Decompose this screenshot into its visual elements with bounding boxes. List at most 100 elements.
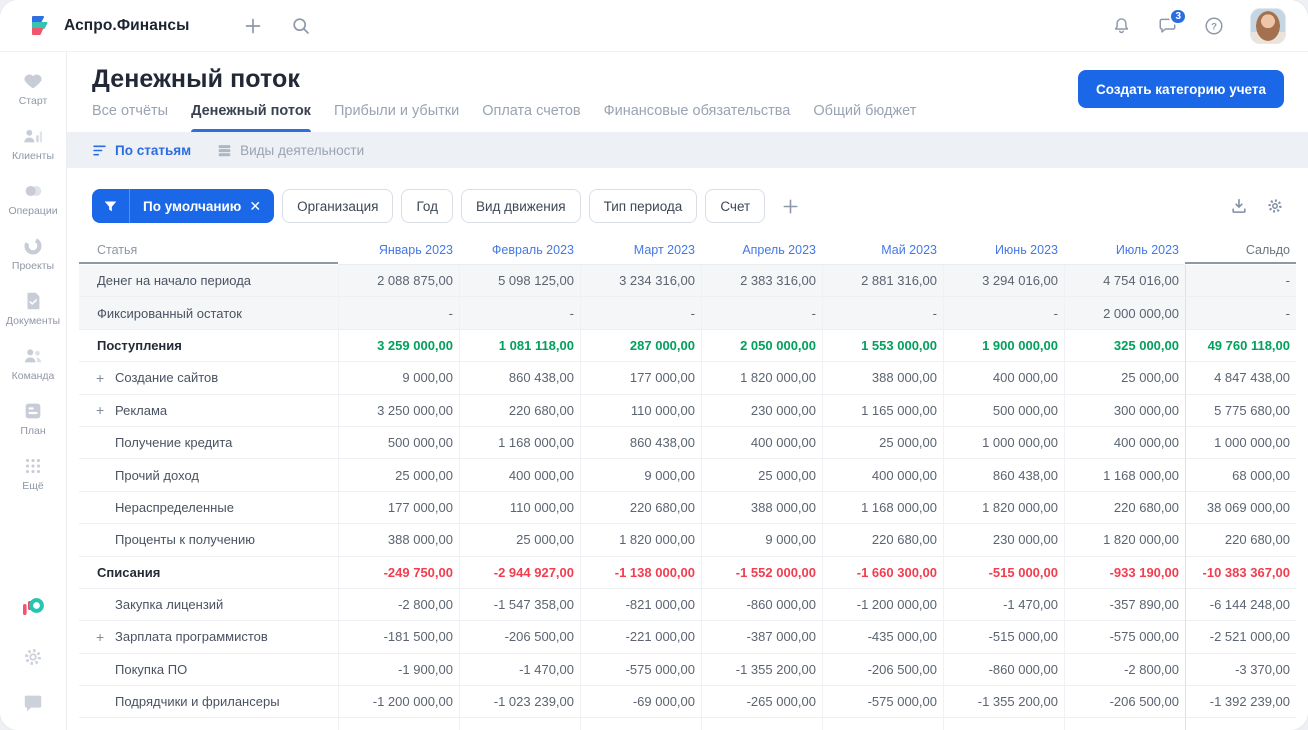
value-cell: - [822,297,943,329]
messages-icon[interactable]: 3 [1157,15,1178,36]
aspro-product-logo[interactable] [19,594,47,622]
brand-logo-icon [28,13,54,39]
sidebar-item-clients[interactable]: Клиенты [3,117,63,169]
table-row[interactable]: Денег на начало периода2 088 875,005 098… [79,265,1296,297]
column-header-jan[interactable]: Январь 2023 [338,235,459,265]
table-row[interactable]: +Зарплата программистов-3 000,00-1 547 3… [79,718,1296,730]
expand-row-icon[interactable]: + [96,726,104,730]
column-header-jul[interactable]: Июль 2023 [1064,235,1185,265]
value-cell: 3 234 316,00 [580,265,701,297]
export-download-icon[interactable] [1230,197,1248,215]
subtab-activity-kinds[interactable]: Виды деятельности [217,143,364,158]
search-button[interactable] [291,16,311,36]
table-row[interactable]: +Зарплата программистов-181 500,00-206 5… [79,621,1296,653]
column-header-jun[interactable]: Июнь 2023 [943,235,1064,265]
row-label: +Зарплата программистов [79,718,338,730]
table-settings-gear-icon[interactable] [1266,197,1284,215]
add-filter-button[interactable] [775,197,806,216]
sidebar-feedback-chat-icon[interactable] [22,692,44,714]
subtab-by-items[interactable]: По статьям [92,143,191,158]
value-cell: 500 000,00 [338,427,459,459]
filter-chip-movement-type[interactable]: Вид движения [461,189,581,223]
tab-profit-loss[interactable]: Прибыли и убытки [334,103,459,132]
tab-financial-obligations[interactable]: Финансовые обязательства [604,103,791,132]
tab-all-reports[interactable]: Все отчёты [92,103,168,132]
table-row[interactable]: +Реклама3 250 000,00220 680,00110 000,00… [79,395,1296,427]
value-cell: 2 088 875,00 [338,265,459,297]
sidebar-settings-gear-icon[interactable] [22,646,44,668]
create-category-button[interactable]: Создать категорию учета [1078,70,1284,108]
value-cell: 1 820 000,00 [1064,524,1185,556]
table-row[interactable]: Списания-249 750,00-2 944 927,00-1 138 0… [79,557,1296,589]
sidebar-item-team[interactable]: Команда [3,337,63,389]
value-cell: 2 383 316,00 [701,265,822,297]
table-row[interactable]: Нераспределенные177 000,00110 000,00220 … [79,492,1296,524]
value-cell: -860 000,00 [701,589,822,621]
table-row[interactable]: Поступления3 259 000,001 081 118,00287 0… [79,330,1296,362]
topbar: Аспро.Финансы 3 [0,0,1308,52]
table-row[interactable]: Подрядчики и фрилансеры-1 200 000,00-1 0… [79,686,1296,718]
sidebar-item-plan[interactable]: План [3,392,63,444]
value-cell: -515 000,00 [943,557,1064,589]
value-cell: 860 438,00 [943,459,1064,491]
value-cell: 9 000,00 [580,459,701,491]
saldo-cell: -6 144 248,00 [1185,589,1296,621]
expand-row-icon[interactable]: + [96,402,104,418]
app-window: Аспро.Финансы 3 [0,0,1308,730]
table-row[interactable]: +Создание сайтов9 000,00860 438,00177 00… [79,362,1296,394]
operations-icon [22,180,44,202]
table-row[interactable]: Фиксированный остаток------2 000 000,00- [79,297,1296,329]
filter-chip-organization[interactable]: Организация [282,189,393,223]
value-cell: 230 000,00 [701,395,822,427]
value-cell: -1 547 358,00 [459,589,580,621]
column-header-apr[interactable]: Апрель 2023 [701,235,822,265]
value-cell: 177 000,00 [338,492,459,524]
table-row[interactable]: Покупка ПО-1 900,00-1 470,00-575 000,00-… [79,654,1296,686]
value-cell: -1 138 000,00 [580,557,701,589]
filter-bar: По умолчанию ✕ Организация Год Вид движе… [67,168,1308,233]
filter-chip-year[interactable]: Год [401,189,453,223]
sidebar-item-more[interactable]: Ещё [3,447,63,499]
value-cell: -1 660 300,00 [822,557,943,589]
brand[interactable]: Аспро.Финансы [28,13,189,39]
column-header-article: Статья [79,235,338,265]
value-cell: 388 000,00 [822,362,943,394]
active-filter-chip[interactable]: По умолчанию ✕ [92,189,274,223]
column-header-may[interactable]: Май 2023 [822,235,943,265]
value-cell: -1 470,00 [943,718,1064,730]
value-cell: - [459,297,580,329]
value-cell: 110 000,00 [580,395,701,427]
column-header-feb[interactable]: Февраль 2023 [459,235,580,265]
add-button[interactable] [243,16,263,36]
remove-filter-icon[interactable]: ✕ [249,198,274,215]
row-label: Нераспределенные [79,492,338,524]
brand-name: Аспро.Финансы [64,17,189,35]
more-grid-icon [22,455,44,477]
tab-cash-flow[interactable]: Денежный поток [191,103,311,132]
table-row[interactable]: Проценты к получению388 000,0025 000,001… [79,524,1296,556]
notifications-bell-icon[interactable] [1111,15,1132,36]
tab-general-budget[interactable]: Общий бюджет [813,103,916,132]
sidebar-item-operations[interactable]: Операции [3,172,63,224]
help-icon[interactable]: ? [1203,15,1225,37]
value-cell: 5 098 125,00 [459,265,580,297]
expand-row-icon[interactable]: + [96,629,104,645]
stacked-rows-icon [217,143,232,158]
table-row[interactable]: Получение кредита500 000,001 168 000,008… [79,427,1296,459]
value-cell: - [338,297,459,329]
expand-row-icon[interactable]: + [96,370,104,386]
sidebar-item-projects[interactable]: Проекты [3,227,63,279]
value-cell: - [943,297,1064,329]
table-row[interactable]: Прочий доход25 000,00400 000,009 000,002… [79,459,1296,491]
sidebar-item-start[interactable]: Старт [3,62,63,114]
table-row[interactable]: Закупка лицензий-2 800,00-1 547 358,00-8… [79,589,1296,621]
filter-chip-account[interactable]: Счет [705,189,765,223]
tab-bill-payment[interactable]: Оплата счетов [482,103,580,132]
user-avatar[interactable] [1250,8,1286,44]
value-cell: -181 500,00 [338,621,459,653]
sidebar-item-documents[interactable]: Документы [3,282,63,334]
saldo-cell: -3 370,00 [1185,654,1296,686]
value-cell: -860 000,00 [943,654,1064,686]
filter-chip-period-type[interactable]: Тип периода [589,189,698,223]
column-header-mar[interactable]: Март 2023 [580,235,701,265]
